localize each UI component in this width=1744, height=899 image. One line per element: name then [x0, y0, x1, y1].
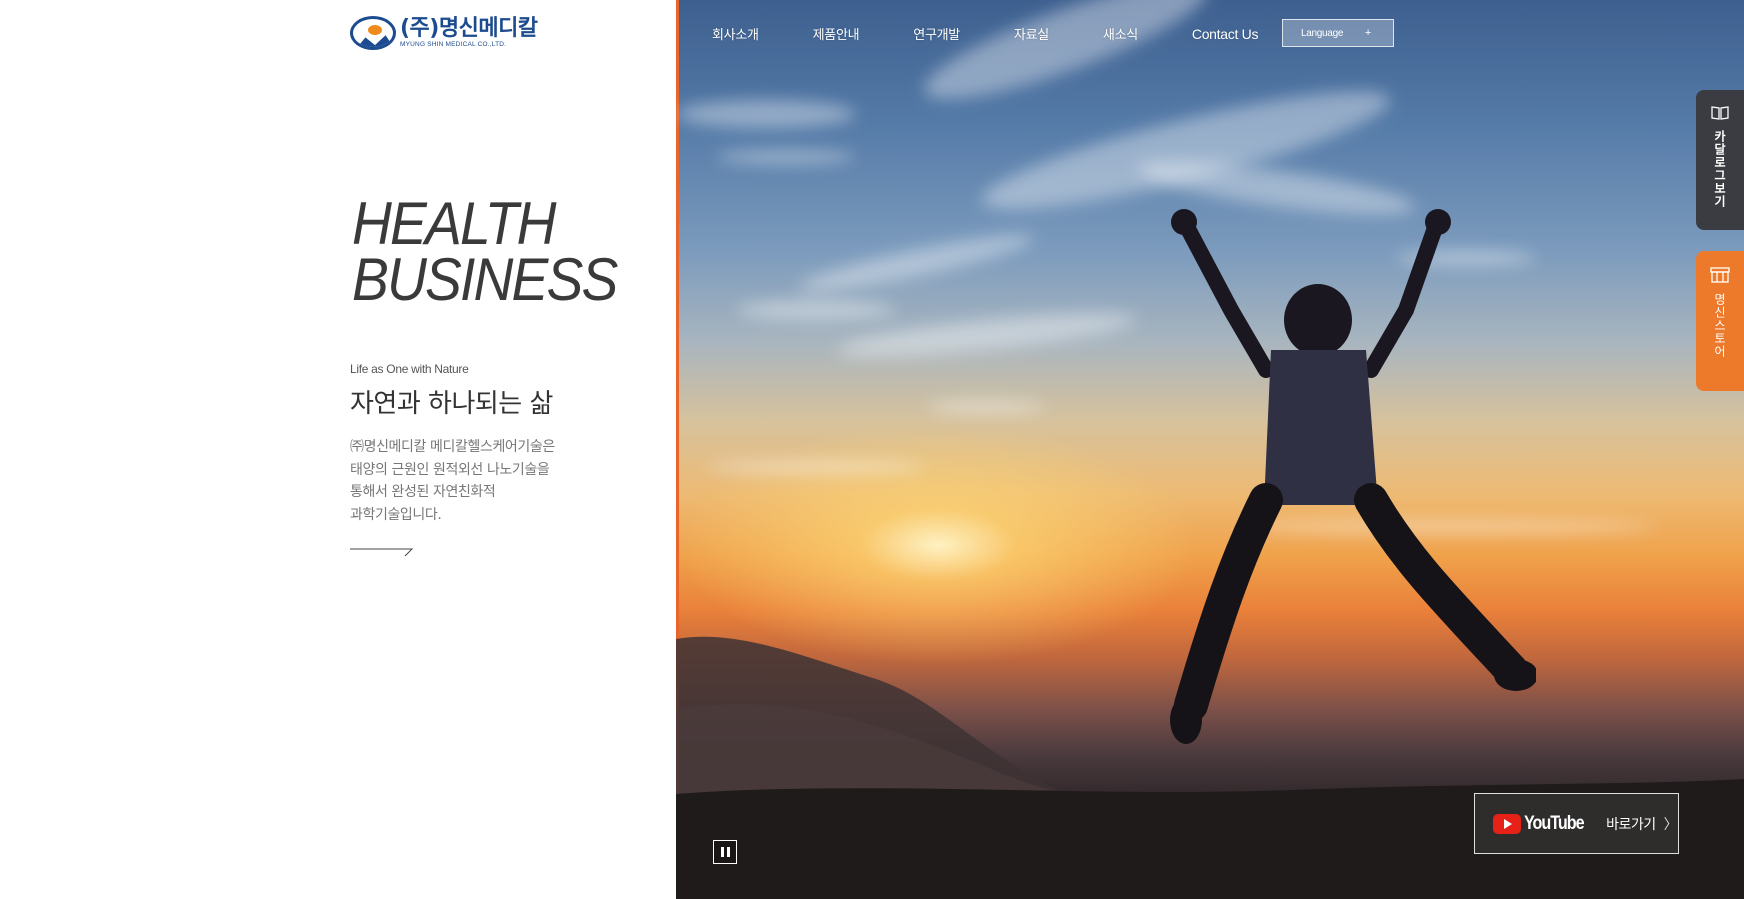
pause-icon [726, 847, 730, 857]
nav-item-contact[interactable]: Contact Us [1192, 26, 1259, 42]
tagline-english: Life as One with Nature [350, 362, 469, 376]
company-logo[interactable]: (주)명신메디칼 MYUNG SHIN MEDICAL CO.,LTD. [350, 16, 538, 50]
hero-image [676, 0, 1744, 899]
slider-pause-button[interactable] [713, 840, 737, 864]
logo-title: (주)명신메디칼 [400, 15, 538, 41]
language-select-button[interactable]: Language + [1282, 19, 1394, 47]
book-icon [1711, 106, 1729, 120]
arrow-right-icon[interactable] [350, 544, 414, 558]
jumping-person-silhouette [1170, 209, 1536, 744]
youtube-goto-label: 바로가기 [1606, 816, 1656, 833]
tagline-korean: 자연과 하나되는 삶 [350, 389, 553, 419]
youtube-play-icon [1493, 813, 1521, 834]
chevron-right-icon: 〉 [1663, 816, 1678, 833]
youtube-logo: YouTube [1493, 813, 1594, 835]
youtube-wordmark: YouTube [1524, 812, 1585, 834]
intro-panel: (주)명신메디칼 MYUNG SHIN MEDICAL CO.,LTD. HEA… [0, 0, 676, 899]
hero-description: ㈜명신메디칼 메디칼헬스케어기술은 태양의 근원인 원적외선 나노기술을 통해서… [350, 436, 590, 526]
store-side-tab[interactable]: 명신스토어 [1696, 251, 1744, 391]
language-label: Language [1301, 27, 1344, 39]
description-line: ㈜명신메디칼 메디칼헬스케어기술은 [350, 439, 555, 455]
nav-item-resources[interactable]: 자료실 [1014, 24, 1049, 43]
hero-title-line2: BUSINESS [352, 246, 618, 313]
logo-mark-icon [350, 16, 396, 50]
store-icon [1710, 267, 1730, 283]
nav-item-about[interactable]: 회사소개 [712, 24, 759, 43]
nav-item-research[interactable]: 연구개발 [913, 24, 960, 43]
description-line: 태양의 근원인 원적외선 나노기술을 [350, 461, 550, 478]
logo-subtitle: MYUNG SHIN MEDICAL CO.,LTD. [400, 40, 507, 48]
hero-title: HEALTH BUSINESS [352, 190, 618, 313]
catalog-label: 카달로그보기 [1712, 130, 1727, 208]
description-line: 과학기술입니다. [350, 506, 442, 523]
store-label: 명신스토어 [1712, 293, 1727, 358]
description-line: 통해서 완성된 자연친화적 [350, 484, 496, 500]
catalog-side-tab[interactable]: 카달로그보기 [1696, 90, 1744, 230]
pause-icon [720, 847, 724, 857]
youtube-link-button[interactable]: YouTube 바로가기 〉 [1474, 793, 1679, 854]
main-nav: 회사소개 제품안내 연구개발 자료실 새소식 Contact Us [712, 24, 1290, 44]
nav-item-news[interactable]: 새소식 [1103, 24, 1138, 43]
hero-title-line1: HEALTH [352, 190, 556, 257]
nav-item-products[interactable]: 제품안내 [813, 24, 860, 43]
plus-icon: + [1364, 27, 1371, 39]
